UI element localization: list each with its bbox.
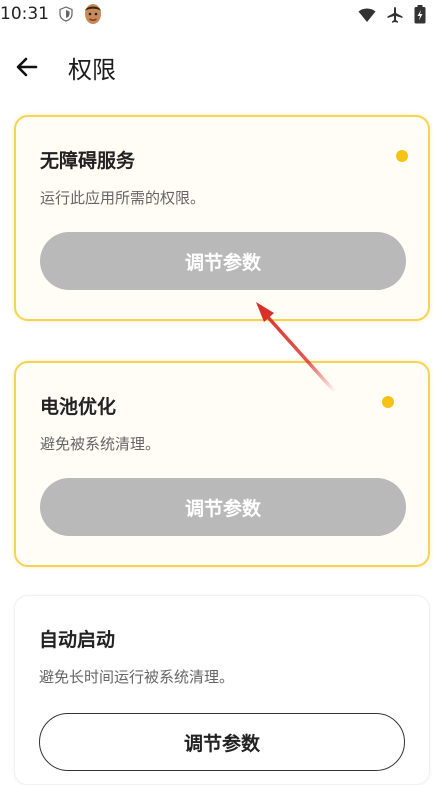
avatar-icon: [85, 4, 101, 24]
permission-card-accessibility: 无障碍服务 运行此应用所需的权限。 调节参数: [14, 115, 430, 321]
status-time: 10:31: [0, 4, 49, 24]
permission-card-battery: 电池优化 避免被系统清理。 调节参数: [14, 361, 430, 567]
back-arrow-icon[interactable]: [14, 54, 40, 80]
card-title: 自动启动: [39, 629, 116, 651]
status-dot: [382, 396, 394, 408]
status-dot: [396, 150, 408, 162]
card-description: 运行此应用所需的权限。: [40, 189, 206, 207]
card-title: 无障碍服务: [40, 150, 136, 172]
card-title: 电池优化: [40, 396, 117, 418]
battery-icon: [414, 5, 426, 24]
card-description: 避免长时间运行被系统清理。: [39, 668, 235, 686]
adjust-settings-button[interactable]: 调节参数: [40, 478, 406, 536]
status-bar: 10:31: [0, 0, 440, 30]
adjust-settings-button[interactable]: 调节参数: [40, 232, 406, 290]
airplane-icon: [387, 6, 403, 23]
wifi-icon: [358, 8, 376, 22]
page-title: 权限: [68, 56, 116, 84]
shield-icon: [59, 6, 73, 22]
adjust-settings-button[interactable]: 调节参数: [39, 713, 405, 771]
app-header: 权限: [0, 44, 440, 90]
permission-card-autostart: 自动启动 避免长时间运行被系统清理。 调节参数: [14, 595, 430, 785]
card-description: 避免被系统清理。: [40, 435, 161, 453]
